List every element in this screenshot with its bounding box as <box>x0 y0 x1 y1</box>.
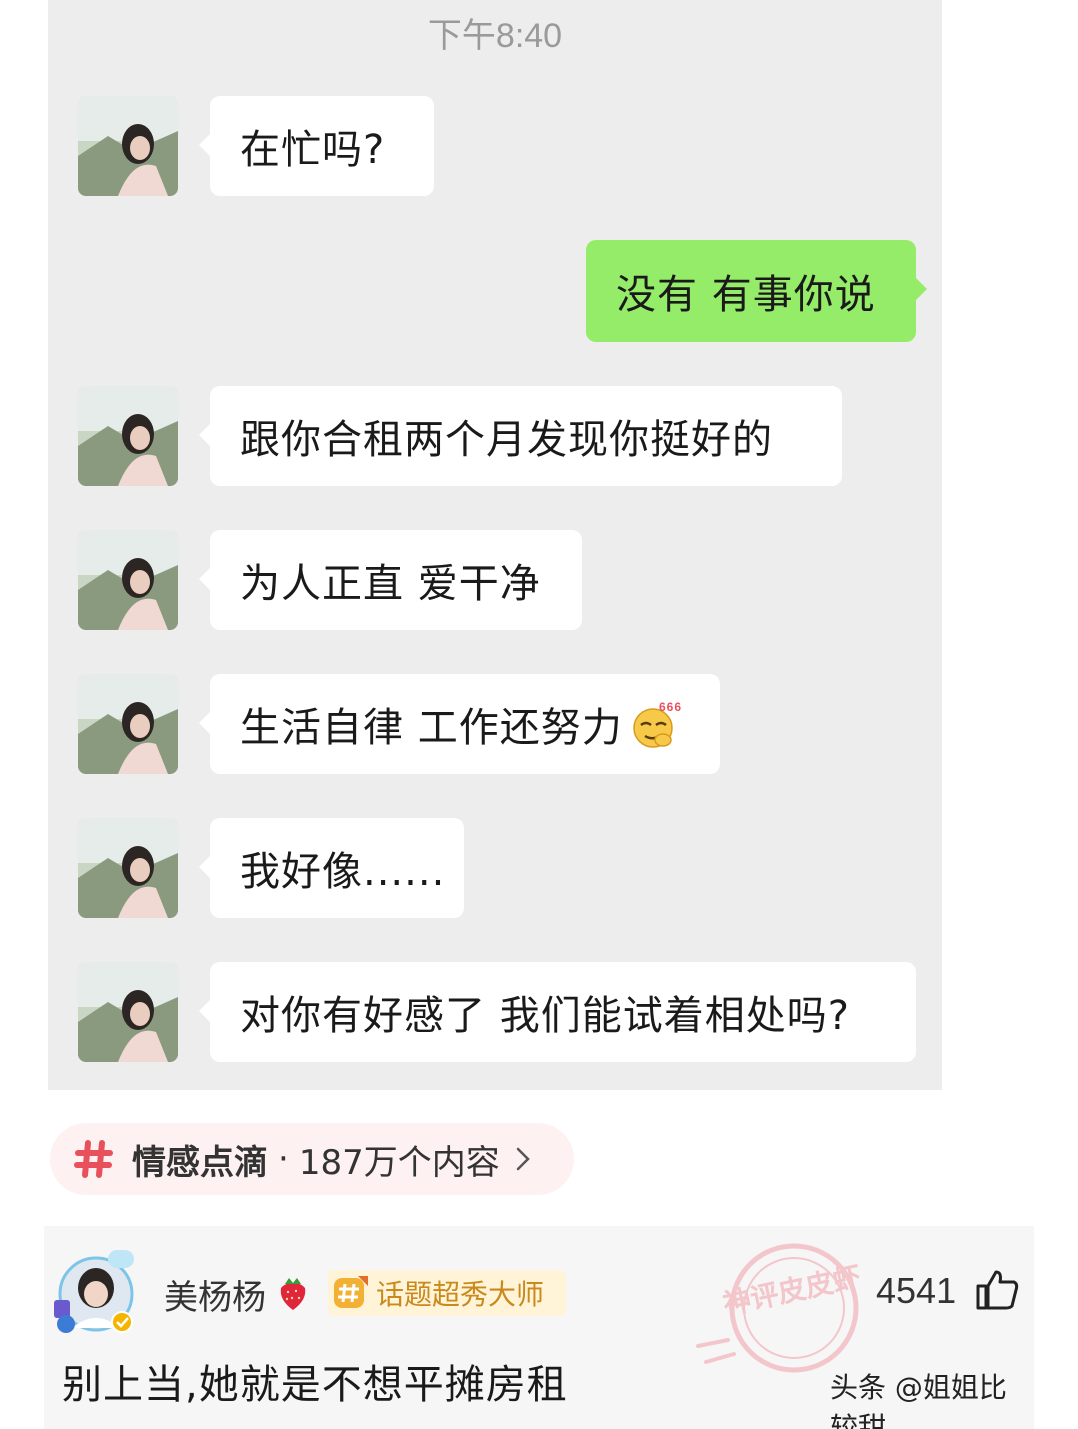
chevron-right-icon <box>512 1144 534 1174</box>
message-bubble[interactable]: 生活自律 工作还努力 666 <box>199 674 720 774</box>
topic-count: 187万个内容 <box>298 1142 500 1183</box>
contact-avatar[interactable] <box>78 530 178 630</box>
chat-timestamp: 下午8:40 <box>427 17 563 55</box>
message-bubble[interactable]: 对你有好感了 我们能试着相处吗? <box>199 962 916 1062</box>
hash-icon <box>72 1137 116 1181</box>
message-bubble[interactable]: 为人正直 爱干净 <box>199 530 582 630</box>
top-comment: 美杨杨 话题超秀大师 神评皮皮虾 4541 别上当,她就是不想平摊房租 头条 @… <box>44 1226 1034 1429</box>
strawberry-icon <box>276 1274 310 1312</box>
like-count: 4541 <box>876 1270 957 1311</box>
message-text: 我好像...... <box>240 849 446 895</box>
emoji-666-label: 666 <box>659 700 681 714</box>
topic-name: 情感点滴 <box>132 1142 268 1183</box>
message-text: 生活自律 工作还努力 <box>240 705 623 751</box>
message-text: 为人正直 爱干净 <box>240 561 541 607</box>
message-text: 在忙吗? <box>240 127 386 173</box>
chat-screenshot: 下午8:40 在忙吗? 没有 有事你说 跟你合租两个月发现你挺好的 为人正直 爱… <box>48 0 942 1090</box>
source-watermark: 头条 @姐姐比较甜 <box>830 1371 1007 1429</box>
contact-avatar[interactable] <box>78 674 178 774</box>
message-text: 对你有好感了 我们能试着相处吗? <box>240 993 850 1039</box>
message-bubble[interactable]: 我好像...... <box>199 818 464 918</box>
contact-avatar[interactable] <box>78 818 178 918</box>
contact-avatar[interactable] <box>78 96 178 196</box>
user-badge[interactable]: 话题超秀大师 <box>328 1270 566 1316</box>
thumbs-up-icon[interactable] <box>974 1266 1020 1312</box>
commenter-username[interactable]: 美杨杨 <box>164 1270 266 1319</box>
comment-text: 别上当,她就是不想平摊房租 <box>62 1362 568 1408</box>
message-bubble[interactable]: 在忙吗? <box>199 96 434 196</box>
commenter-avatar[interactable] <box>52 1248 142 1336</box>
message-text: 没有 有事你说 <box>616 272 876 318</box>
contact-avatar[interactable] <box>78 386 178 486</box>
message-text: 跟你合租两个月发现你挺好的 <box>240 417 773 463</box>
message-bubble[interactable]: 跟你合租两个月发现你挺好的 <box>199 386 842 486</box>
smug-666-emoji-icon: 666 <box>629 698 681 750</box>
watermark-title: 神评皮皮虾 <box>720 1260 864 1321</box>
badge-label: 话题超秀大师 <box>376 1278 545 1311</box>
badge-hash-icon <box>332 1274 370 1312</box>
contact-avatar[interactable] <box>78 962 178 1062</box>
topic-link[interactable]: 情感点滴 · 187万个内容 <box>50 1123 574 1195</box>
message-bubble-own[interactable]: 没有 有事你说 <box>586 240 927 342</box>
topic-separator: · <box>278 1139 289 1179</box>
